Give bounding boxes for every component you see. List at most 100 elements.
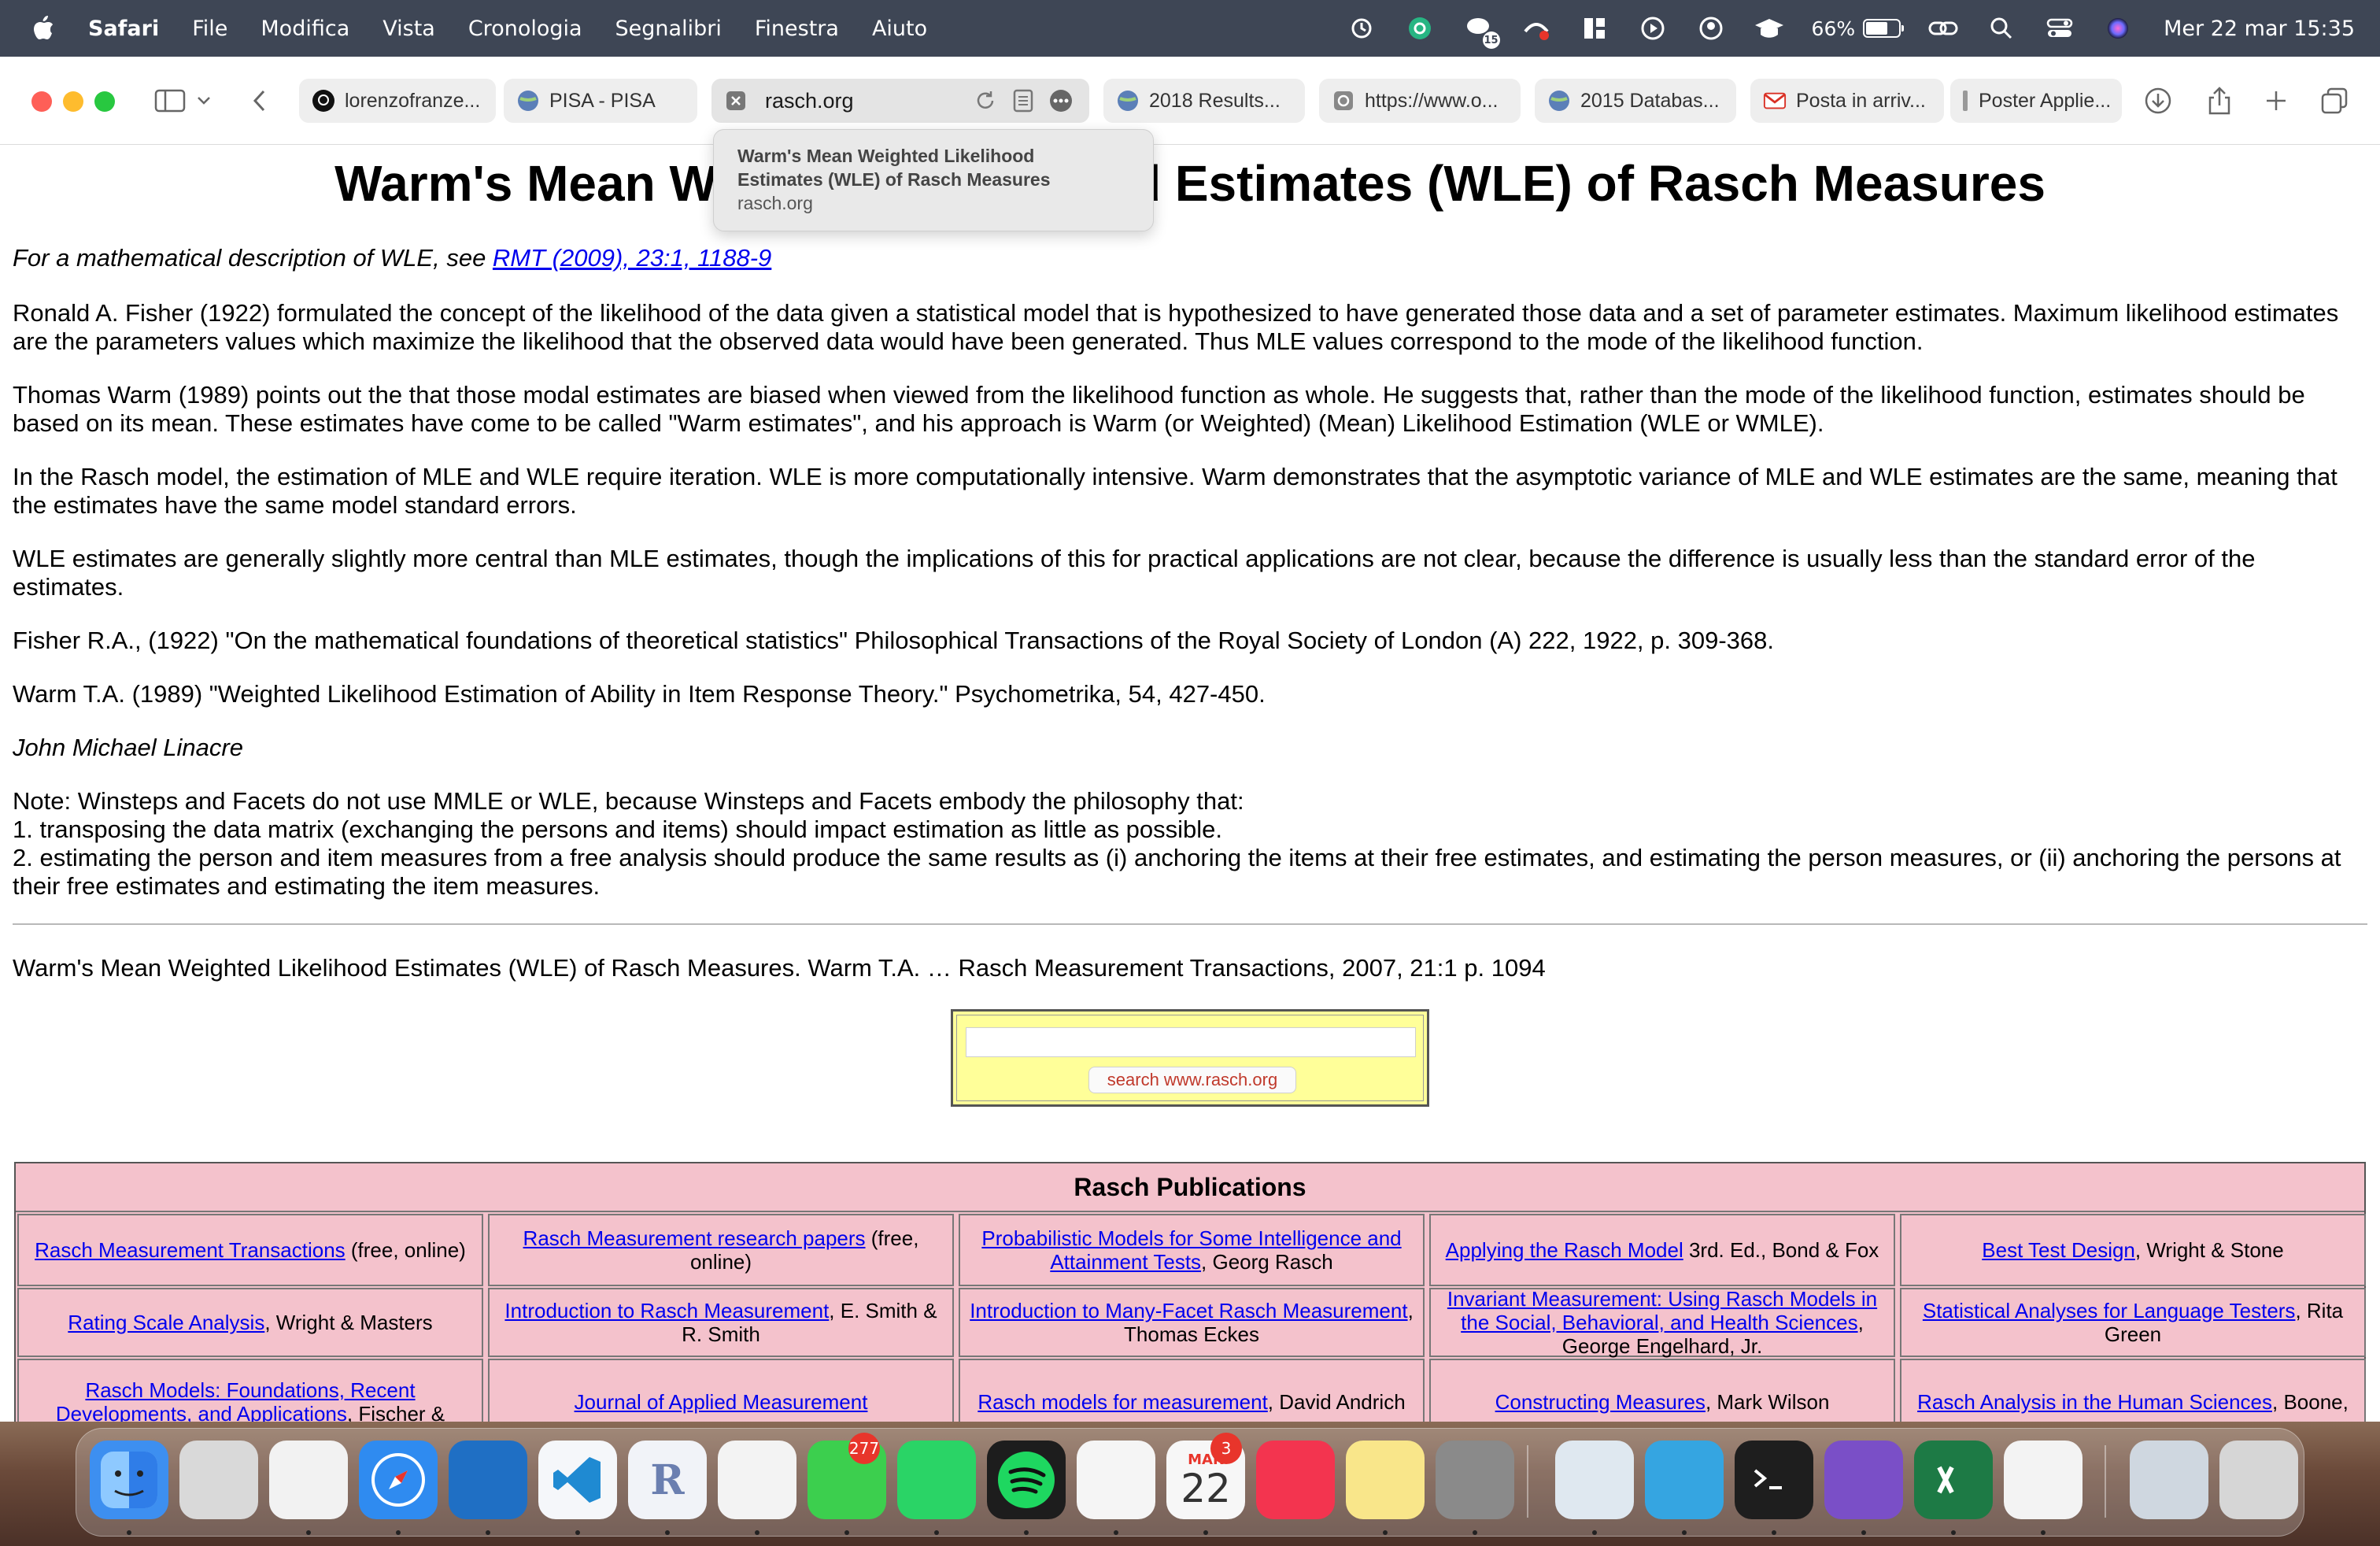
- close-window-button[interactable]: [31, 91, 52, 112]
- trash-icon[interactable]: [2219, 1441, 2298, 1519]
- tab-github[interactable]: lorenzofranze...: [299, 79, 496, 123]
- downloads-stack-icon[interactable]: [2130, 1441, 2208, 1519]
- tab-gmail[interactable]: Posta in arriv...: [1750, 79, 1944, 123]
- downloads-icon[interactable]: [2139, 82, 2177, 120]
- preview-icon[interactable]: [1555, 1441, 1634, 1519]
- outlook-icon[interactable]: [449, 1441, 527, 1519]
- reader-view-icon[interactable]: [1006, 82, 1040, 120]
- new-tab-icon[interactable]: [2257, 82, 2295, 120]
- system-settings-icon[interactable]: [1436, 1441, 1514, 1519]
- publication-link[interactable]: Best Test Design: [1982, 1238, 2135, 1262]
- share-icon[interactable]: [2201, 82, 2238, 120]
- publication-author: , David Andrich: [1267, 1390, 1406, 1414]
- photos-icon[interactable]: [1077, 1441, 1155, 1519]
- menu-aiuto[interactable]: Aiuto: [872, 17, 927, 41]
- publication-author: (free, online): [345, 1238, 466, 1262]
- vscode-icon[interactable]: [538, 1441, 617, 1519]
- publication-link[interactable]: Introduction to Many-Facet Rasch Measure…: [970, 1299, 1407, 1322]
- r-icon[interactable]: R: [628, 1441, 707, 1519]
- search-button[interactable]: search www.rasch.org: [1088, 1067, 1296, 1093]
- tab-label: Poster Applie...: [1979, 89, 2112, 112]
- publication-link[interactable]: Introduction to Rasch Measurement: [504, 1299, 829, 1322]
- graduation-cap-icon[interactable]: [1754, 13, 1785, 44]
- sidebar-toggle-icon[interactable]: [151, 82, 189, 120]
- publication-link[interactable]: Rasch Measurement Transactions: [35, 1238, 346, 1262]
- paragraph-rasch-model: In the Rasch model, the estimation of ML…: [13, 463, 2338, 519]
- safari-icon[interactable]: [359, 1441, 438, 1519]
- publication-link[interactable]: Invariant Measurement: Using Rasch Model…: [1447, 1287, 1877, 1334]
- paragraph-fisher: Ronald A. Fisher (1922) formulated the c…: [13, 299, 2339, 355]
- chevron-down-icon[interactable]: [192, 82, 216, 120]
- note-line-1: Note: Winsteps and Facets do not use MML…: [13, 787, 1244, 815]
- more-options-icon[interactable]: [1044, 82, 1078, 120]
- publication-link[interactable]: Applying the Rasch Model: [1446, 1238, 1683, 1262]
- spotlight-search-icon[interactable]: [1986, 13, 2017, 44]
- notification-badge-icon[interactable]: 15: [1462, 13, 1500, 49]
- note-line-3: 2. estimating the person and item measur…: [13, 844, 2341, 900]
- menu-segnalibri[interactable]: Segnalibri: [615, 17, 722, 41]
- back-icon[interactable]: [241, 82, 279, 120]
- window-layout-icon[interactable]: [1579, 13, 1610, 44]
- running-indicator: [1024, 1530, 1029, 1535]
- menu-app-safari[interactable]: Safari: [88, 17, 159, 41]
- tab-https-www[interactable]: https://www.o...: [1319, 79, 1521, 123]
- excel-icon[interactable]: [1914, 1441, 1993, 1519]
- rmt-link[interactable]: RMT (2009), 23:1, 1188-9: [493, 244, 771, 272]
- clock[interactable]: Mer 22 mar 15:35: [2164, 17, 2355, 41]
- notes-icon[interactable]: [1346, 1441, 1425, 1519]
- whatsapp-icon[interactable]: [897, 1441, 976, 1519]
- apple-icon[interactable]: [31, 14, 55, 43]
- tab-2018-results[interactable]: 2018 Results...: [1103, 79, 1305, 123]
- publication-link[interactable]: Rasch Measurement research papers: [523, 1226, 866, 1250]
- search-input[interactable]: [966, 1027, 1416, 1057]
- play-icon[interactable]: [1637, 13, 1669, 44]
- music-icon[interactable]: [1256, 1441, 1335, 1519]
- publication-cell: Rating Scale Analysis, Wright & Masters: [17, 1288, 483, 1357]
- menu-modifica[interactable]: Modifica: [261, 17, 349, 41]
- publication-link[interactable]: Statistical Analyses for Language Tester…: [1923, 1299, 2296, 1322]
- control-center-icon[interactable]: [2044, 13, 2075, 44]
- menu-cronologia[interactable]: Cronologia: [468, 17, 582, 41]
- sync2-icon[interactable]: [2004, 1441, 2082, 1519]
- link-icon[interactable]: [1927, 13, 1959, 44]
- terminal-icon[interactable]: [1735, 1441, 1813, 1519]
- publication-link[interactable]: Journal of Applied Measurement: [575, 1390, 868, 1414]
- tab-pisa[interactable]: PISA - PISA: [504, 79, 697, 123]
- tab-overview-icon[interactable]: [2315, 82, 2353, 120]
- telegram-icon[interactable]: [1645, 1441, 1724, 1519]
- menu-finestra[interactable]: Finestra: [755, 17, 839, 41]
- focus-icon[interactable]: [1521, 13, 1552, 44]
- minimize-window-button[interactable]: [63, 91, 83, 112]
- sync-icon[interactable]: [718, 1441, 796, 1519]
- publication-link[interactable]: Constructing Measures: [1495, 1390, 1706, 1414]
- user-icon[interactable]: [1695, 13, 1727, 44]
- publication-author: 3rd. Ed., Bond & Fox: [1683, 1238, 1879, 1262]
- publication-link[interactable]: Rating Scale Analysis: [68, 1311, 264, 1334]
- publication-text: Rasch Measurement research papers (free,…: [497, 1226, 944, 1274]
- github-desktop-icon[interactable]: [1824, 1441, 1903, 1519]
- chatgpt-icon[interactable]: [1404, 13, 1436, 44]
- close-icon[interactable]: [724, 89, 748, 113]
- launchpad-icon[interactable]: [179, 1441, 258, 1519]
- publications-table: Rasch Publications Rasch Measurement Tra…: [14, 1162, 2366, 1422]
- reload-icon[interactable]: [970, 82, 1001, 120]
- globe-icon: [1332, 89, 1355, 113]
- menu-vista[interactable]: Vista: [382, 17, 435, 41]
- spotify-icon[interactable]: [987, 1441, 1066, 1519]
- screentime-icon[interactable]: [1346, 13, 1377, 44]
- publication-link[interactable]: Rasch Analysis in the Human Sciences: [1917, 1390, 2272, 1414]
- textedit-icon[interactable]: [269, 1441, 348, 1519]
- tab-2015-database[interactable]: 2015 Databas...: [1535, 79, 1736, 123]
- publication-text: Constructing Measures, Mark Wilson: [1495, 1390, 1830, 1414]
- zoom-window-button[interactable]: [94, 91, 115, 112]
- menu-file[interactable]: File: [192, 17, 227, 41]
- siri-icon[interactable]: [2102, 13, 2134, 44]
- address-bar-url[interactable]: rasch.org: [765, 89, 854, 113]
- tab-label: 2015 Databas...: [1580, 89, 1720, 112]
- publication-link[interactable]: Probabilistic Models for Some Intelligen…: [981, 1226, 1401, 1274]
- tab-poster[interactable]: Poster Applie...: [1950, 79, 2122, 123]
- running-indicator: [1203, 1530, 1208, 1535]
- battery-icon[interactable]: [1863, 19, 1905, 38]
- publication-link[interactable]: Rasch models for measurement: [978, 1390, 1267, 1414]
- finder-icon[interactable]: [90, 1441, 168, 1519]
